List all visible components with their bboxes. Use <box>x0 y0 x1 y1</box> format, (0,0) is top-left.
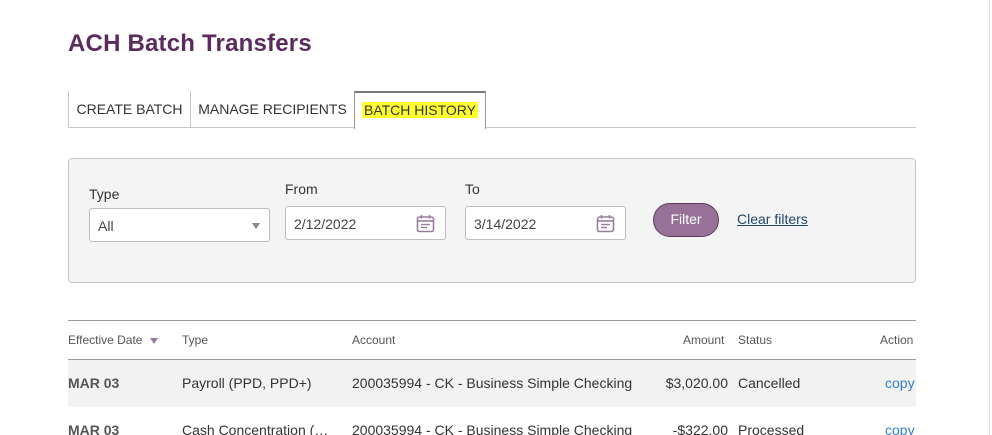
to-date-value: 3/14/2022 <box>474 216 537 232</box>
tab-label: CREATE BATCH <box>76 101 183 117</box>
status-cell: Processed <box>738 422 805 435</box>
column-header-label: Effective Date <box>68 333 143 347</box>
type-label: Type <box>89 186 120 202</box>
tab-label: BATCH HISTORY <box>361 102 479 118</box>
account-cell: 200035994 - CK - Business Simple Checkin… <box>352 375 633 391</box>
chevron-down-icon <box>252 223 260 229</box>
from-label: From <box>285 181 318 197</box>
table-row: MAR 03 Payroll (PPD, PPD+) 200035994 - C… <box>68 360 916 407</box>
effective-date-cell: MAR 03 <box>68 422 120 435</box>
calendar-icon[interactable] <box>596 214 615 233</box>
to-label: To <box>465 181 480 197</box>
sort-desc-icon[interactable] <box>150 337 159 344</box>
tab-manage-recipients[interactable]: MANAGE RECIPIENTS <box>190 91 354 128</box>
from-date-value: 2/12/2022 <box>294 216 357 232</box>
table-row: MAR 03 Cash Concentration (… 200035994 -… <box>68 407 916 435</box>
copy-link[interactable]: copy <box>885 422 915 435</box>
page-title: ACH Batch Transfers <box>68 30 312 57</box>
effective-date-cell: MAR 03 <box>68 375 120 391</box>
column-header-effective-date[interactable]: Effective Date <box>68 333 159 347</box>
account-cell: 200035994 - CK - Business Simple Checkin… <box>352 422 633 435</box>
page-edge-divider <box>989 0 990 435</box>
tab-batch-history[interactable]: BATCH HISTORY <box>354 91 486 129</box>
table-header: Effective Date Type Account Amount Statu… <box>68 320 916 360</box>
calendar-icon[interactable] <box>416 214 435 233</box>
column-header-status: Status <box>738 333 773 347</box>
tab-label: MANAGE RECIPIENTS <box>198 101 347 117</box>
column-header-account: Account <box>352 333 396 347</box>
batch-history-table: Effective Date Type Account Amount Statu… <box>68 320 916 435</box>
column-header-type: Type <box>182 333 209 347</box>
tab-create-batch[interactable]: CREATE BATCH <box>68 91 190 128</box>
status-cell: Cancelled <box>738 375 801 391</box>
filter-panel: Type All From 2/12/2022 To 3/14/2022 Fil… <box>68 158 916 283</box>
from-date-input[interactable]: 2/12/2022 <box>285 206 446 240</box>
type-select[interactable]: All <box>89 208 270 242</box>
amount-cell: $3,020.00 <box>665 375 728 391</box>
copy-link[interactable]: copy <box>885 375 915 391</box>
tab-bar: CREATE BATCH MANAGE RECIPIENTS BATCH HIS… <box>68 91 916 129</box>
amount-cell: -$322.00 <box>672 422 728 435</box>
filter-button[interactable]: Filter <box>653 203 719 237</box>
type-cell: Cash Concentration (… <box>182 422 329 435</box>
column-header-action: Action <box>880 333 914 347</box>
column-header-amount: Amount <box>683 333 725 347</box>
type-select-value: All <box>98 218 114 234</box>
type-cell: Payroll (PPD, PPD+) <box>182 375 312 391</box>
clear-filters-link[interactable]: Clear filters <box>737 211 808 227</box>
to-date-input[interactable]: 3/14/2022 <box>465 206 626 240</box>
